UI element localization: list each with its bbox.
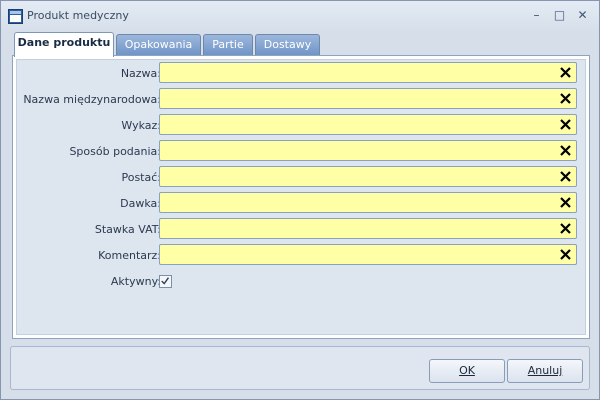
app-window-icon: [8, 9, 23, 24]
maximize-button[interactable]: □: [552, 8, 567, 23]
field-komentarz[interactable]: [159, 244, 577, 265]
field-nazwa-miedzynarodowa-input[interactable]: [163, 90, 553, 107]
title-bar[interactable]: Produkt medyczny – □ ✕: [1, 1, 599, 31]
checkmark-icon: [161, 277, 170, 285]
tab-dostawy[interactable]: Dostawy: [255, 34, 320, 56]
field-label-stawka-vat: Stawka VAT:: [94, 223, 161, 236]
minimize-button[interactable]: –: [529, 8, 544, 23]
field-label-wykaz: Wykaz:: [121, 119, 161, 132]
field-label-postac: Postać:: [121, 171, 161, 184]
field-wykaz[interactable]: [159, 114, 577, 135]
field-postac[interactable]: [159, 166, 577, 187]
tab-dane-produktu[interactable]: Dane produktu: [14, 32, 114, 57]
field-label-nazwa-miedzynarodowa: Nazwa międzynarodowa:: [23, 93, 161, 106]
field-sposob-podania-input[interactable]: [163, 142, 553, 159]
tab-opakowania[interactable]: Opakowania: [116, 34, 201, 56]
aktywny-checkbox[interactable]: [159, 275, 172, 288]
field-stawka-vat[interactable]: [159, 218, 577, 239]
field-label-sposob-podania: Sposób podania:: [69, 145, 161, 158]
field-wykaz-input[interactable]: [163, 116, 553, 133]
field-dawka[interactable]: [159, 192, 577, 213]
cancel-button[interactable]: Anuluj: [507, 359, 583, 383]
clear-x-icon[interactable]: [558, 65, 573, 80]
dialog-window: Produkt medyczny – □ ✕ Dane produktu Opa…: [0, 0, 600, 400]
field-stawka-vat-input[interactable]: [163, 220, 553, 237]
field-dawka-input[interactable]: [163, 194, 553, 211]
field-komentarz-input[interactable]: [163, 246, 553, 263]
field-nazwa[interactable]: [159, 62, 577, 83]
field-nazwa-miedzynarodowa[interactable]: [159, 88, 577, 109]
field-postac-input[interactable]: [163, 168, 553, 185]
field-label-komentarz: Komentarz:: [98, 249, 161, 262]
ok-button[interactable]: OK: [429, 359, 505, 383]
field-nazwa-input[interactable]: [163, 64, 553, 81]
clear-x-icon[interactable]: [558, 221, 573, 236]
tab-partie[interactable]: Partie: [203, 34, 253, 56]
field-label-aktywny: Aktywny:: [110, 275, 161, 288]
clear-x-icon[interactable]: [558, 143, 573, 158]
dialog-footer: OK Anuluj: [10, 346, 590, 390]
window-title: Produkt medyczny: [27, 9, 129, 22]
clear-x-icon[interactable]: [558, 117, 573, 132]
clear-x-icon[interactable]: [558, 195, 573, 210]
field-label-dawka: Dawka:: [120, 197, 161, 210]
tab-panel: Nazwa: Nazwa międzynarodowa: Wykaz: Spos…: [12, 55, 590, 339]
clear-x-icon[interactable]: [558, 247, 573, 262]
clear-x-icon[interactable]: [558, 91, 573, 106]
close-button[interactable]: ✕: [575, 8, 590, 23]
field-label-nazwa: Nazwa:: [120, 67, 161, 80]
clear-x-icon[interactable]: [558, 169, 573, 184]
field-sposob-podania[interactable]: [159, 140, 577, 161]
